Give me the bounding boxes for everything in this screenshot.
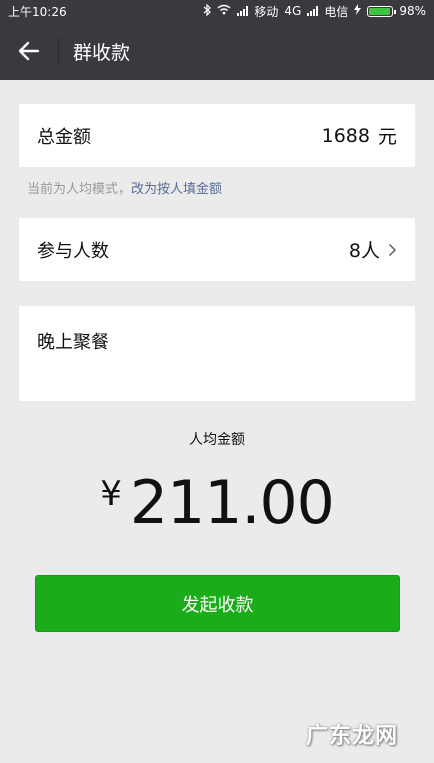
battery-icon	[367, 5, 397, 17]
carrier-2: 电信	[324, 4, 349, 19]
nav-divider	[58, 37, 59, 65]
signal-icon-2	[307, 6, 319, 16]
average-amount: ¥ 211.00	[0, 468, 434, 538]
total-amount-value: 1688	[321, 124, 370, 147]
chevron-right-icon	[389, 243, 396, 256]
total-amount-label: 总金额	[37, 126, 91, 148]
total-amount-unit: 元	[377, 126, 397, 148]
status-time: 上午10:26	[8, 4, 67, 19]
average-amount-label: 人均金额	[189, 432, 245, 448]
total-amount-card[interactable]: 总金额 1688 元	[19, 104, 415, 167]
start-collection-button[interactable]: 发起收款	[35, 575, 400, 632]
note-card[interactable]: 晚上聚餐	[19, 306, 415, 401]
total-amount-field[interactable]: 1688 元	[322, 122, 397, 149]
arrow-left-icon	[18, 41, 40, 61]
status-icons: 移动 4G 电信 98%	[203, 3, 426, 20]
page-title: 群收款	[73, 41, 131, 64]
participants-row[interactable]: 参与人数 8人	[19, 218, 415, 281]
mode-hint-text: 当前为人均模式，	[27, 182, 132, 197]
wifi-icon	[217, 4, 231, 18]
carrier-1: 移动	[254, 4, 279, 19]
bluetooth-icon	[203, 3, 212, 19]
network-type: 4G	[284, 4, 302, 18]
battery-percent: 98%	[399, 4, 426, 18]
status-bar: 上午10:26 移动 4G 电信 98%	[0, 0, 434, 22]
average-amount-value: 211.00	[129, 468, 335, 538]
mode-hint: 当前为人均模式，改为按人填金额	[27, 178, 222, 197]
participants-value-group: 8人	[349, 236, 397, 263]
participants-label: 参与人数	[37, 240, 109, 262]
participants-value: 8人	[348, 240, 380, 262]
back-button[interactable]	[0, 22, 58, 80]
signal-icon	[237, 6, 249, 16]
nav-bar: 群收款	[0, 22, 434, 80]
currency-symbol: ¥	[100, 474, 122, 514]
watermark: 广东龙网	[305, 724, 398, 749]
charging-icon	[354, 4, 362, 18]
note-input[interactable]: 晚上聚餐	[19, 306, 415, 354]
switch-mode-link[interactable]: 改为按人填金额	[131, 182, 222, 197]
